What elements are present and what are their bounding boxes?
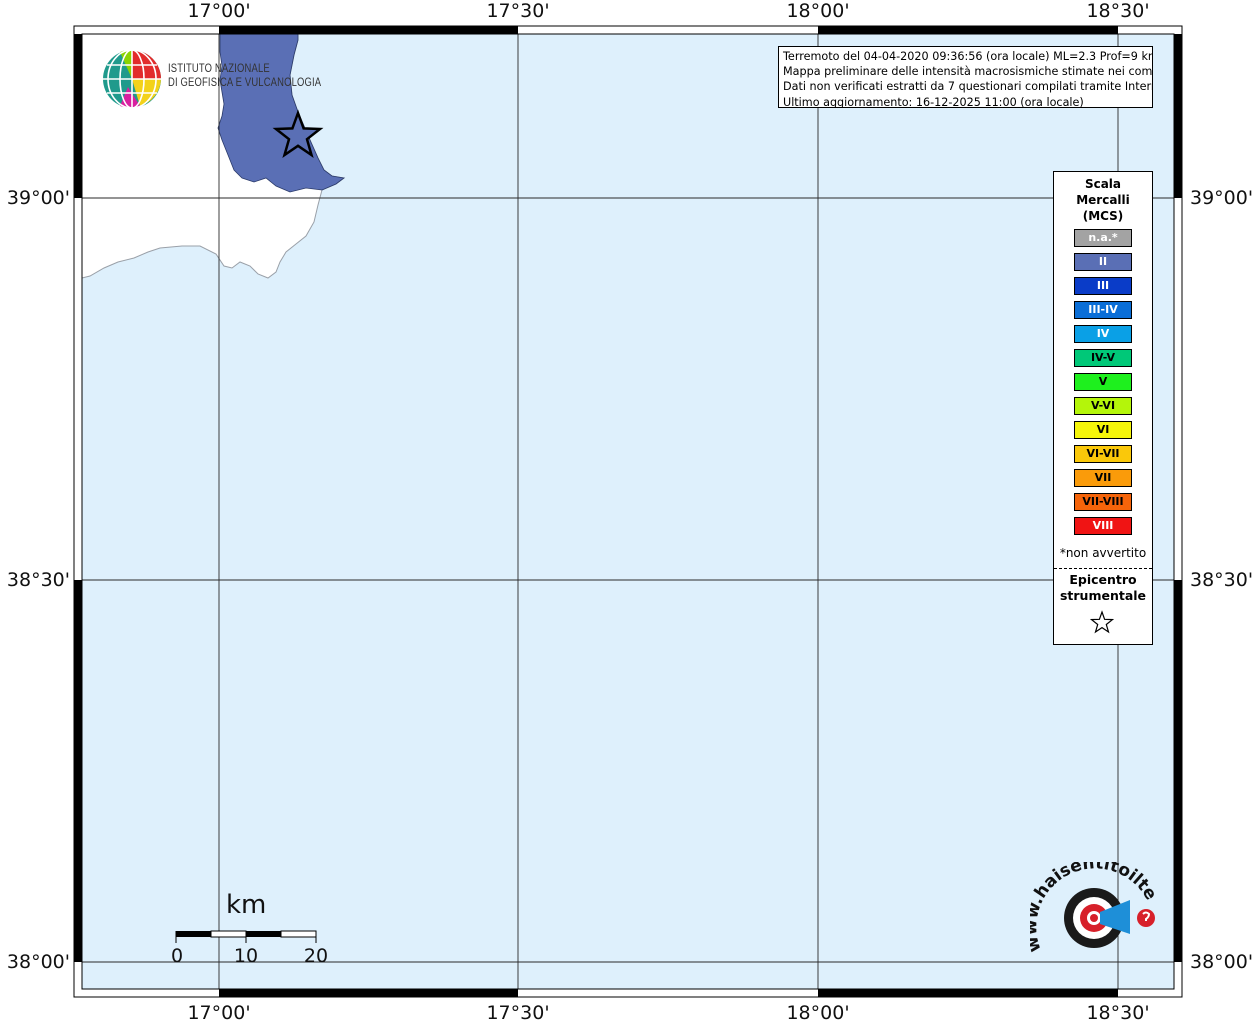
legend-title-line2: Mercalli	[1076, 193, 1130, 207]
legend-item-0: n.a.*	[1074, 229, 1132, 247]
hst-logo-icon: www.haisentitoilterremoto.it	[1030, 862, 1160, 954]
legend-title-line3: (MCS)	[1082, 209, 1124, 223]
legend-title-line1: Scala	[1084, 177, 1122, 191]
scale-label-20: 20	[303, 945, 329, 967]
legend-item-3: III-IV	[1074, 301, 1132, 319]
ingv-name-line2: DI GEOFISICA E VULCANOLOGIA	[168, 77, 322, 89]
lat-tick-left-1: 39°00'	[6, 187, 70, 209]
legend-epicenter-line1: Epicentro	[1069, 572, 1137, 587]
ingv-name: ISTITUTO NAZIONALE DI GEOFISICA E VULCAN…	[168, 62, 321, 90]
event-info-line3: Dati non verificati estratti da 7 questi…	[783, 80, 1153, 94]
legend-item-7: V-VI	[1074, 397, 1132, 415]
legend-note: *non avvertito	[1059, 546, 1147, 560]
legend-item-2: III	[1074, 277, 1132, 295]
legend-star-icon	[1089, 610, 1115, 634]
scale-label-0: 0	[170, 945, 184, 967]
lon-tick-top-1: 17°00'	[187, 0, 251, 22]
legend-item-5: IV-V	[1074, 349, 1132, 367]
lon-tick-top-2: 17°30'	[486, 0, 550, 22]
lon-tick-bottom-2: 17°30'	[486, 1002, 550, 1024]
scale-bar: km 0 10 20	[160, 888, 340, 968]
legend-item-6: V	[1074, 373, 1132, 391]
legend-divider	[1054, 568, 1152, 569]
lon-tick-top-3: 18°00'	[786, 0, 850, 22]
lon-tick-top-4: 18°30'	[1086, 0, 1150, 22]
legend-epicenter-line2: strumentale	[1059, 588, 1147, 603]
legend-item-11: VII-VIII	[1074, 493, 1132, 511]
ingv-globe-icon	[103, 49, 161, 109]
legend-item-4: IV	[1074, 325, 1132, 343]
legend-item-9: VI-VII	[1074, 445, 1132, 463]
legend-item-8: VI	[1074, 421, 1132, 439]
lon-tick-bottom-4: 18°30'	[1086, 1002, 1150, 1024]
event-info-line2: Mappa preliminare delle intensità macros…	[783, 65, 1153, 79]
legend-item-1: II	[1074, 253, 1132, 271]
scale-label-10: 10	[233, 945, 259, 967]
lat-tick-left-3: 38°00'	[6, 951, 70, 973]
event-info-box: Terremoto del 04-04-2020 09:36:56 (ora l…	[778, 46, 1153, 108]
legend-epicenter-label: Epicentro strumentale	[1054, 572, 1152, 604]
event-info-line1: Terremoto del 04-04-2020 09:36:56 (ora l…	[783, 50, 1153, 63]
ingv-name-line1: ISTITUTO NAZIONALE	[168, 63, 270, 75]
legend-title: Scala Mercalli (MCS)	[1054, 176, 1152, 224]
lon-tick-bottom-1: 17°00'	[187, 1002, 251, 1024]
lat-tick-right-2: 38°30'	[1190, 569, 1254, 591]
lat-tick-left-2: 38°30'	[6, 569, 70, 591]
legend-item-12: VIII	[1074, 517, 1132, 535]
lat-tick-right-1: 39°00'	[1190, 187, 1254, 209]
legend-item-10: VII	[1074, 469, 1132, 487]
lat-tick-right-3: 38°00'	[1190, 951, 1254, 973]
lon-tick-bottom-3: 18°00'	[786, 1002, 850, 1024]
scale-bar-graphic	[175, 930, 317, 943]
mcs-legend: Scala Mercalli (MCS) n.a.* II III III-IV IV I…	[1053, 171, 1153, 645]
event-info-line4: Ultimo aggiornamento: 16-12-2025 11:00 (…	[783, 95, 1084, 108]
